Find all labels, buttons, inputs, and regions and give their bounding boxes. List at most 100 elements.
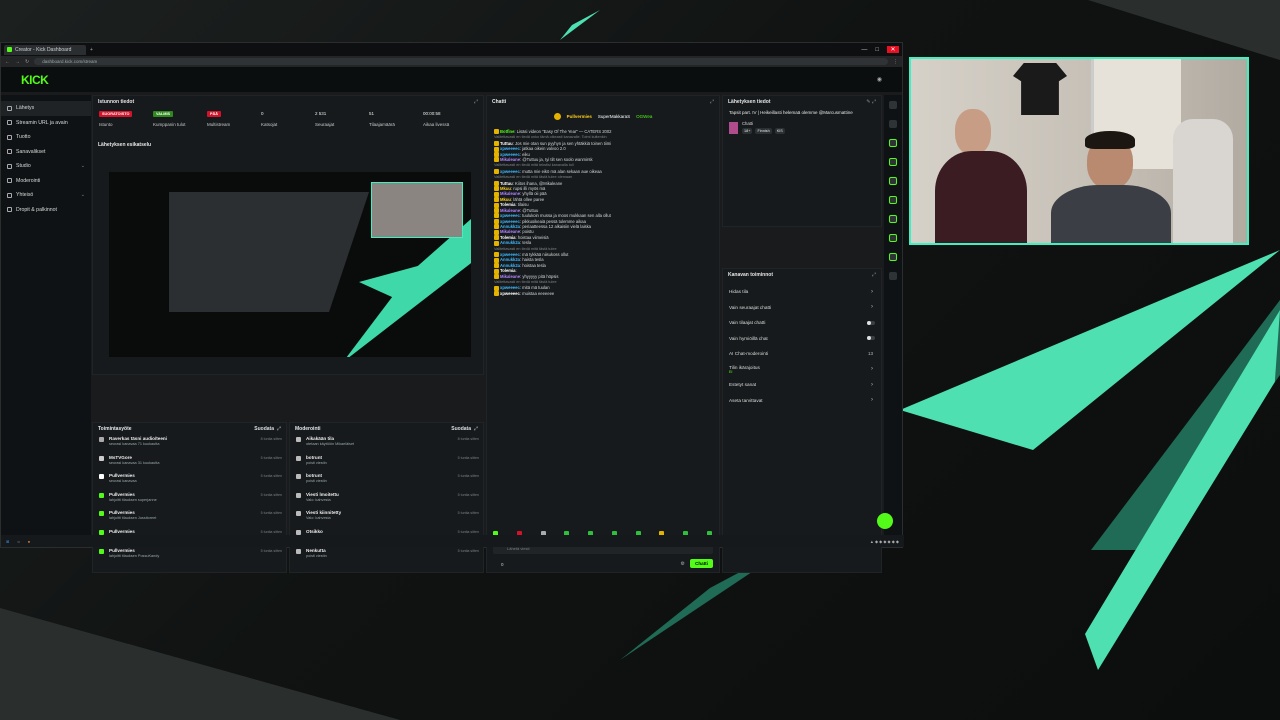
chat-username[interactable]: Tolemia <box>500 235 516 240</box>
chat-username[interactable]: Mikaleane <box>500 208 520 213</box>
activity-item[interactable]: Pullvermies lahjoitti tilauksen Jussitore… <box>93 508 286 527</box>
back-icon[interactable]: ← <box>5 59 10 65</box>
modlog-item[interactable]: botrunt poisti viestin 5 tuntia sitten <box>290 453 483 472</box>
expand-icon[interactable]: ⤢ <box>710 99 714 105</box>
chat-username[interactable]: Mikaleane <box>500 191 520 196</box>
rail-button[interactable] <box>889 120 897 128</box>
activity-item[interactable]: Pullvermies lahjoitti tilauksen PossuKand… <box>93 546 286 565</box>
pinned-user-2[interactable]: SuperMakkaraS <box>598 114 630 119</box>
sidebar-item-wordlists[interactable]: Sanavalikset <box>1 145 91 160</box>
chat-username[interactable]: xpweeeec <box>500 169 520 174</box>
mod-action-row[interactable]: AI Chat-moderointi 13 <box>723 346 881 362</box>
chat-send-button[interactable]: Chatti <box>690 559 713 568</box>
rail-button[interactable] <box>889 272 897 280</box>
activity-item[interactable]: Raverkas täsni audio/teeni seurasi kanava… <box>93 434 286 453</box>
rail-button[interactable] <box>889 101 897 109</box>
modlog-item[interactable]: Viesti lmoitettu Valo: kahvesta 5 tuntia s… <box>290 490 483 509</box>
rail-button[interactable] <box>889 196 897 204</box>
chat-username[interactable]: Mikaleane <box>500 229 520 234</box>
mod-action-row[interactable]: Estetyt sanat › <box>723 377 881 393</box>
sidebar-item-studio[interactable]: Studio ⌄ <box>1 159 91 174</box>
reload-icon[interactable]: ↻ <box>25 59 29 65</box>
activity-item[interactable]: Pullvermies lahjoitti tilauksen superjann… <box>93 490 286 509</box>
rail-button[interactable] <box>889 139 897 147</box>
maximize-button[interactable]: □ <box>875 47 879 53</box>
chat-username[interactable]: Annukk2a <box>500 263 520 268</box>
chat-username[interactable]: Tolemia <box>500 202 516 207</box>
filter-button[interactable]: Suodata <box>254 426 274 432</box>
mod-action-row[interactable]: Aseta tarvittavat › <box>723 393 881 409</box>
rail-button[interactable] <box>889 215 897 223</box>
sidebar-item-community[interactable]: Yhteisö ⌄ <box>1 188 91 203</box>
kick-logo[interactable]: KICK <box>21 73 49 87</box>
chat-username[interactable]: Botfine <box>500 129 514 134</box>
filter-button[interactable]: Suodata <box>451 426 471 432</box>
chat-username[interactable]: Annukk2a <box>500 257 520 262</box>
mod-action-row[interactable]: Hidas tila › <box>723 284 881 300</box>
expand-icon[interactable]: ⤢ <box>474 99 478 105</box>
mod-action-row[interactable]: Tilin ikärajoitus Ei › <box>723 362 881 378</box>
rail-button[interactable] <box>889 253 897 261</box>
url-input[interactable]: dashboard.kick.com/stream <box>34 58 888 65</box>
browser-tab[interactable]: Creator - Kick Dashboard <box>4 44 86 55</box>
chat-username[interactable]: xpweeeec <box>500 213 520 218</box>
help-fab[interactable] <box>877 513 893 529</box>
chat-username[interactable]: xpweeeec <box>500 252 520 257</box>
extensions-icon[interactable]: ⋮ <box>893 59 898 65</box>
modlog-item[interactable]: botrunt poisti viestin 5 tuntia sitten <box>290 471 483 490</box>
toggle-switch[interactable] <box>867 320 875 325</box>
mod-action-row[interactable]: Vain tilaajat chatti <box>723 315 881 331</box>
windows-start-icon[interactable]: ⊞ <box>6 539 9 544</box>
settings-icon[interactable]: ⚙ <box>681 561 685 567</box>
rail-button[interactable] <box>889 158 897 166</box>
chat-username[interactable]: Annukk2a <box>500 240 520 245</box>
edit-icon[interactable]: ✎ ⤢ <box>866 99 876 105</box>
chat-username[interactable]: xpweeeec <box>500 285 520 290</box>
sidebar-item-stream-url[interactable]: Streamin URL ja avain <box>1 116 91 131</box>
rail-button[interactable] <box>889 234 897 242</box>
forward-icon[interactable]: → <box>15 59 20 65</box>
chat-message[interactable]: xpweeeec: muistaa eeeeeee <box>487 291 719 297</box>
chat-username[interactable]: Mikaleane <box>500 274 520 279</box>
browser-taskbar-icon[interactable]: ● <box>28 539 30 544</box>
chat-username[interactable]: xpweeeec <box>500 291 520 296</box>
pinned-user[interactable]: Pullvermies <box>567 114 592 119</box>
chat-username[interactable]: xpweeeec <box>500 219 520 224</box>
sidebar-item-drops[interactable]: Dropit & palkinnot <box>1 203 91 218</box>
activity-item[interactable]: MsTVGore seurasi kanavaa 31 kuukautta 5 tu… <box>93 453 286 472</box>
body <box>1051 185 1171 243</box>
chat-username[interactable]: Mikaleane <box>500 157 520 162</box>
chat-username[interactable]: Mkuu <box>500 197 511 202</box>
activity-item[interactable]: Pullvermies seurasi kanavaa 5 tuntia sitte… <box>93 471 286 490</box>
mod-action-icon <box>296 437 301 442</box>
chat-username[interactable]: Tuttuu <box>500 181 513 186</box>
sidebar-item-revenue[interactable]: Tuotto <box>1 130 91 145</box>
modlog-item[interactable]: Viesti kiinnitetty Valo: kahvesta 5 tuntia… <box>290 508 483 527</box>
expand-icon[interactable]: ⤢ <box>474 426 478 432</box>
chat-username[interactable]: Annukk2a <box>500 224 520 229</box>
toggle-switch[interactable] <box>867 336 875 341</box>
event-text: Pullvermies lahjoitti tilauksen Jussitore… <box>109 510 156 520</box>
chat-username[interactable]: xpweeeec <box>500 146 520 151</box>
expand-icon[interactable]: ⤢ <box>872 272 876 278</box>
notifications-icon[interactable]: ◉ <box>877 76 882 83</box>
chat-username[interactable]: Tolemia <box>500 268 516 273</box>
search-icon[interactable]: ○ <box>17 539 19 544</box>
new-tab-button[interactable]: + <box>90 47 93 53</box>
community-icon <box>7 192 12 198</box>
mod-action-row[interactable]: Vain seuraajat chatti › <box>723 300 881 316</box>
chat-username[interactable]: xpweeeec <box>500 152 520 157</box>
minimize-button[interactable]: — <box>861 47 867 53</box>
rail-button[interactable] <box>889 177 897 185</box>
sidebar-item-broadcast[interactable]: Lähetys <box>1 101 91 116</box>
modlog-item[interactable]: Nenkutta poisti viestin 5 tuntia sitten <box>290 546 483 565</box>
mod-action-row[interactable]: Vain hymiöillä chat <box>723 331 881 347</box>
close-button[interactable]: ✕ <box>887 46 899 53</box>
chat-username[interactable]: Tuttuu <box>500 141 513 146</box>
chat-username[interactable]: Mkuu <box>500 186 511 191</box>
category-name[interactable]: Chatti <box>742 121 785 126</box>
stream-preview[interactable] <box>109 172 471 357</box>
sidebar-item-moderation[interactable]: Moderointi <box>1 174 91 189</box>
expand-icon[interactable]: ⤢ <box>277 426 281 432</box>
modlog-item[interactable]: Aikakään tila otetaan käyttöön Mikaeläise… <box>290 434 483 453</box>
